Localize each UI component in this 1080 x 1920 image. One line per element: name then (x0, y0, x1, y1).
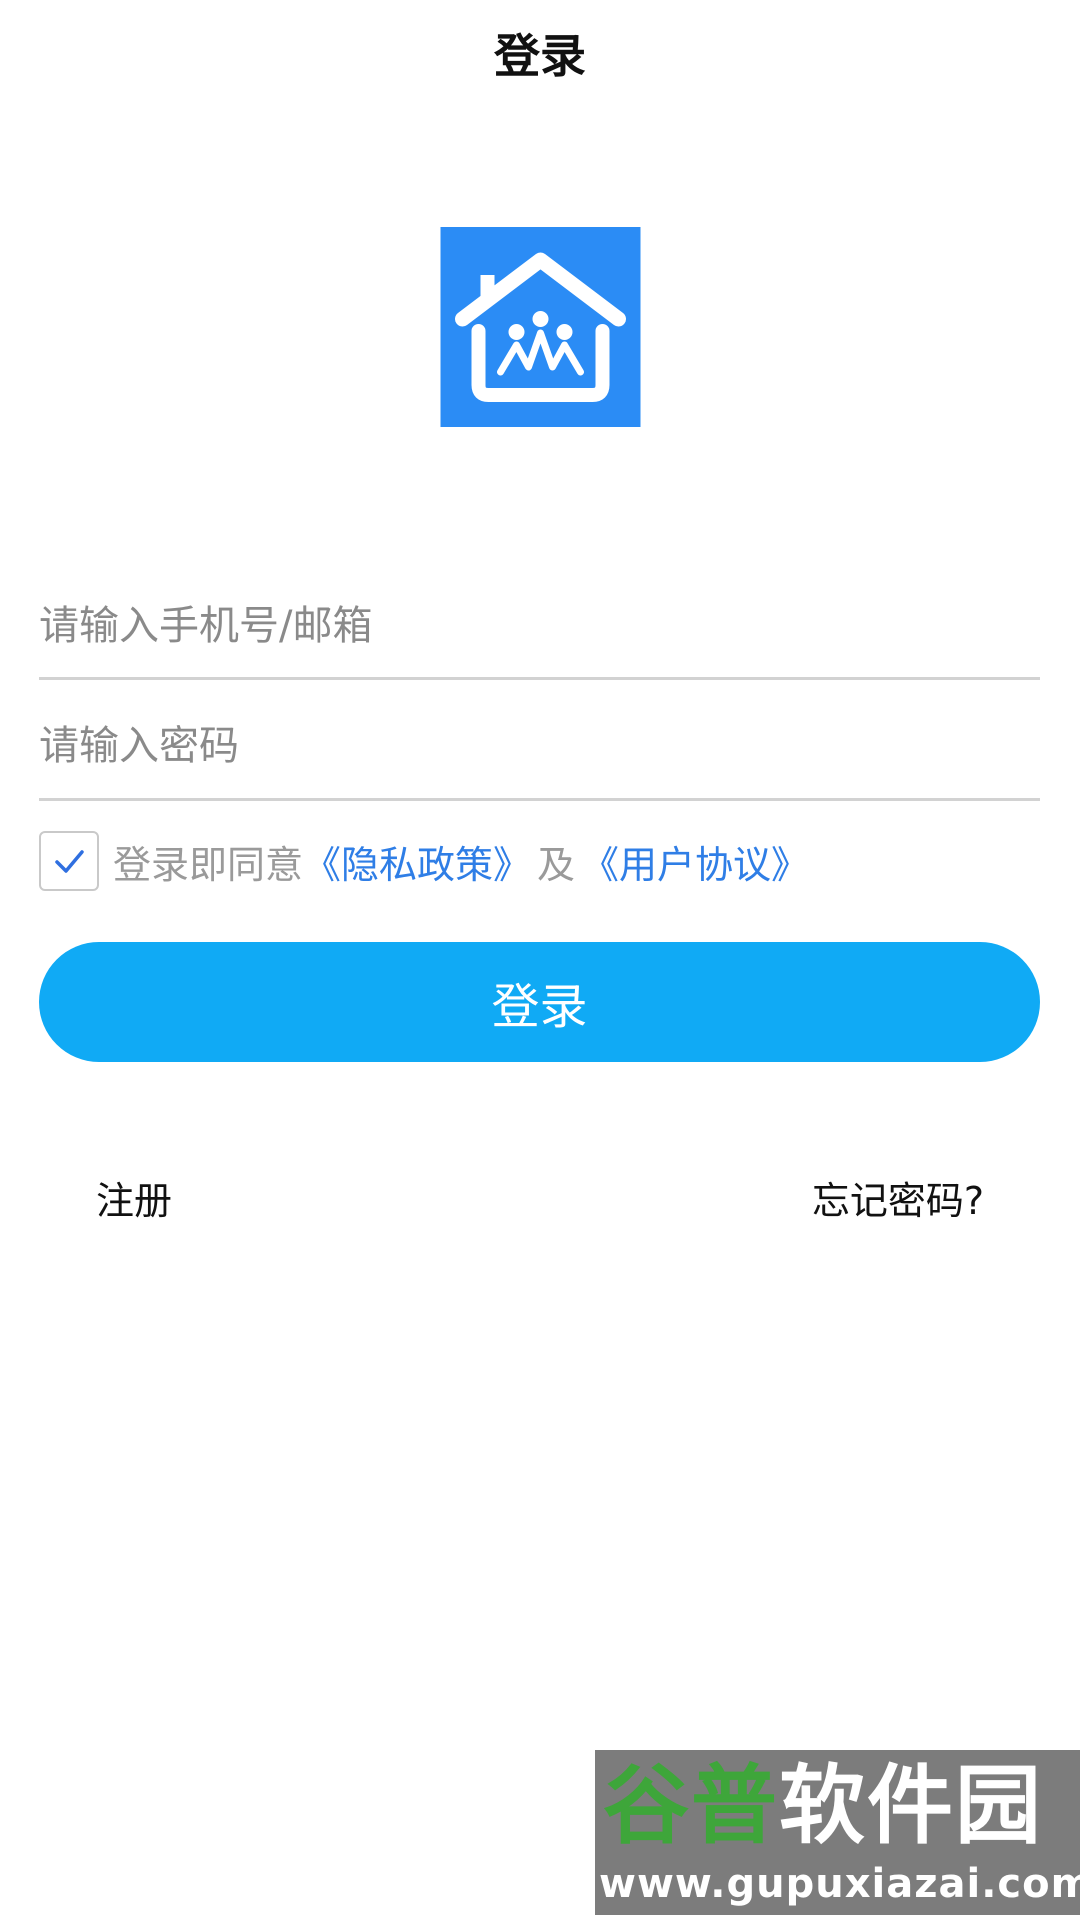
watermark-brand: 谷普软件园 (603, 1756, 1043, 1856)
app-logo (440, 227, 641, 427)
phone-email-input[interactable] (39, 575, 1040, 677)
house-family-icon (440, 227, 641, 427)
page-title: 登录 (494, 29, 586, 83)
login-button[interactable]: 登录 (39, 942, 1040, 1062)
agreement-prefix: 登录即同意 (113, 842, 304, 887)
phone-email-field (39, 575, 1040, 680)
forgot-password-link[interactable]: 忘记密码? (812, 1170, 984, 1225)
password-field (39, 693, 1040, 801)
agreement-row: 登录即同意 《隐私政策》 及 《用户协议》 (39, 829, 809, 893)
watermark-url: www.gupuxiazai.com (599, 1861, 1080, 1907)
user-agreement-link[interactable]: 《用户协议》 (581, 834, 809, 889)
agreement-and: 及 (537, 842, 576, 887)
watermark-brand-part2: 软件园 (779, 1756, 1043, 1856)
register-link[interactable]: 注册 (96, 1170, 172, 1225)
login-page: 登录 登录即同意 《隐私政策》 及 (0, 0, 1080, 1920)
privacy-policy-link[interactable]: 《隐私政策》 (303, 834, 531, 889)
agreement-checkbox[interactable] (39, 831, 99, 891)
watermark-brand-part1: 谷普 (603, 1756, 779, 1856)
checkmark-icon (55, 850, 84, 873)
password-input[interactable] (39, 693, 1040, 798)
watermark: 谷普软件园 www.gupuxiazai.com (595, 1750, 1080, 1915)
